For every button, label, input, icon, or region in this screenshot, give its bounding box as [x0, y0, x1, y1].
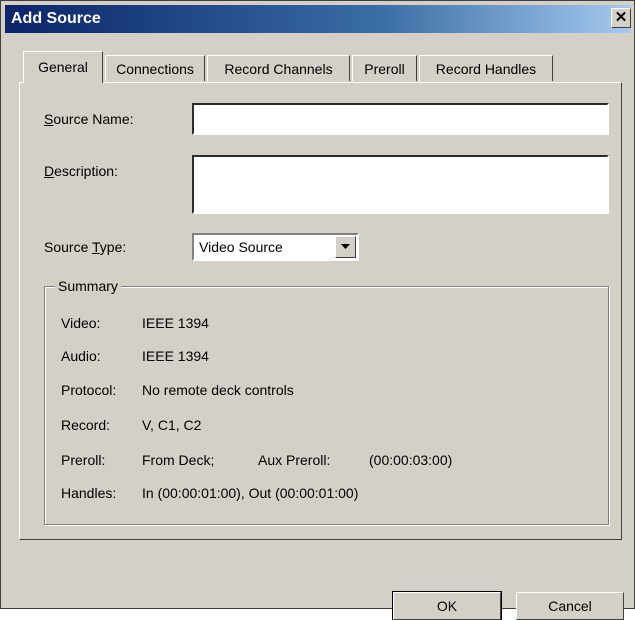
- tab-preroll[interactable]: Preroll: [352, 55, 417, 81]
- summary-value-record: V, C1, C2: [142, 417, 202, 433]
- source-type-select[interactable]: Video Source: [192, 233, 359, 261]
- ok-button[interactable]: OK: [392, 591, 502, 620]
- window-title: Add Source: [11, 10, 101, 27]
- cancel-button[interactable]: Cancel: [516, 592, 624, 620]
- title-bar[interactable]: Add Source ✕: [5, 5, 631, 33]
- tab-connections[interactable]: Connections: [105, 55, 205, 81]
- summary-value-preroll: From Deck;: [142, 452, 215, 468]
- dropdown-button[interactable]: [335, 236, 356, 258]
- summary-value-video: IEEE 1394: [142, 315, 209, 331]
- summary-label-video: Video:: [61, 315, 101, 331]
- close-icon: ✕: [614, 9, 628, 26]
- summary-label-handles: Handles:: [61, 485, 117, 501]
- summary-label-audio: Audio:: [61, 348, 101, 364]
- summary-value-protocol: No remote deck controls: [142, 382, 294, 398]
- summary-value-handles: In (00:00:01:00), Out (00:00:01:00): [142, 485, 359, 501]
- summary-value-audio: IEEE 1394: [142, 348, 209, 364]
- description-label: Description:: [44, 163, 118, 179]
- tab-record-handles[interactable]: Record Handles: [419, 55, 553, 81]
- summary-value-aux-preroll: (00:00:03:00): [369, 452, 453, 468]
- source-type-label: Source Type:: [44, 239, 127, 255]
- source-name-label: Source Name:: [44, 111, 134, 127]
- add-source-dialog: Add Source ✕ General Connections Record …: [0, 0, 635, 620]
- source-name-input[interactable]: [192, 103, 609, 135]
- summary-group: Summary Video: IEEE 1394 Audio: IEEE 139…: [44, 278, 609, 525]
- chevron-down-icon: [341, 244, 350, 249]
- summary-title: Summary: [55, 278, 121, 294]
- summary-label-aux-preroll: Aux Preroll:: [258, 452, 331, 468]
- description-input[interactable]: [192, 155, 609, 214]
- source-type-value: Video Source: [199, 239, 283, 255]
- summary-label-protocol: Protocol:: [61, 382, 117, 398]
- tab-general[interactable]: General: [23, 51, 103, 83]
- summary-label-preroll: Preroll:: [61, 452, 106, 468]
- summary-label-record: Record:: [61, 417, 111, 433]
- close-button[interactable]: ✕: [611, 8, 631, 28]
- tab-record-channels[interactable]: Record Channels: [207, 55, 350, 81]
